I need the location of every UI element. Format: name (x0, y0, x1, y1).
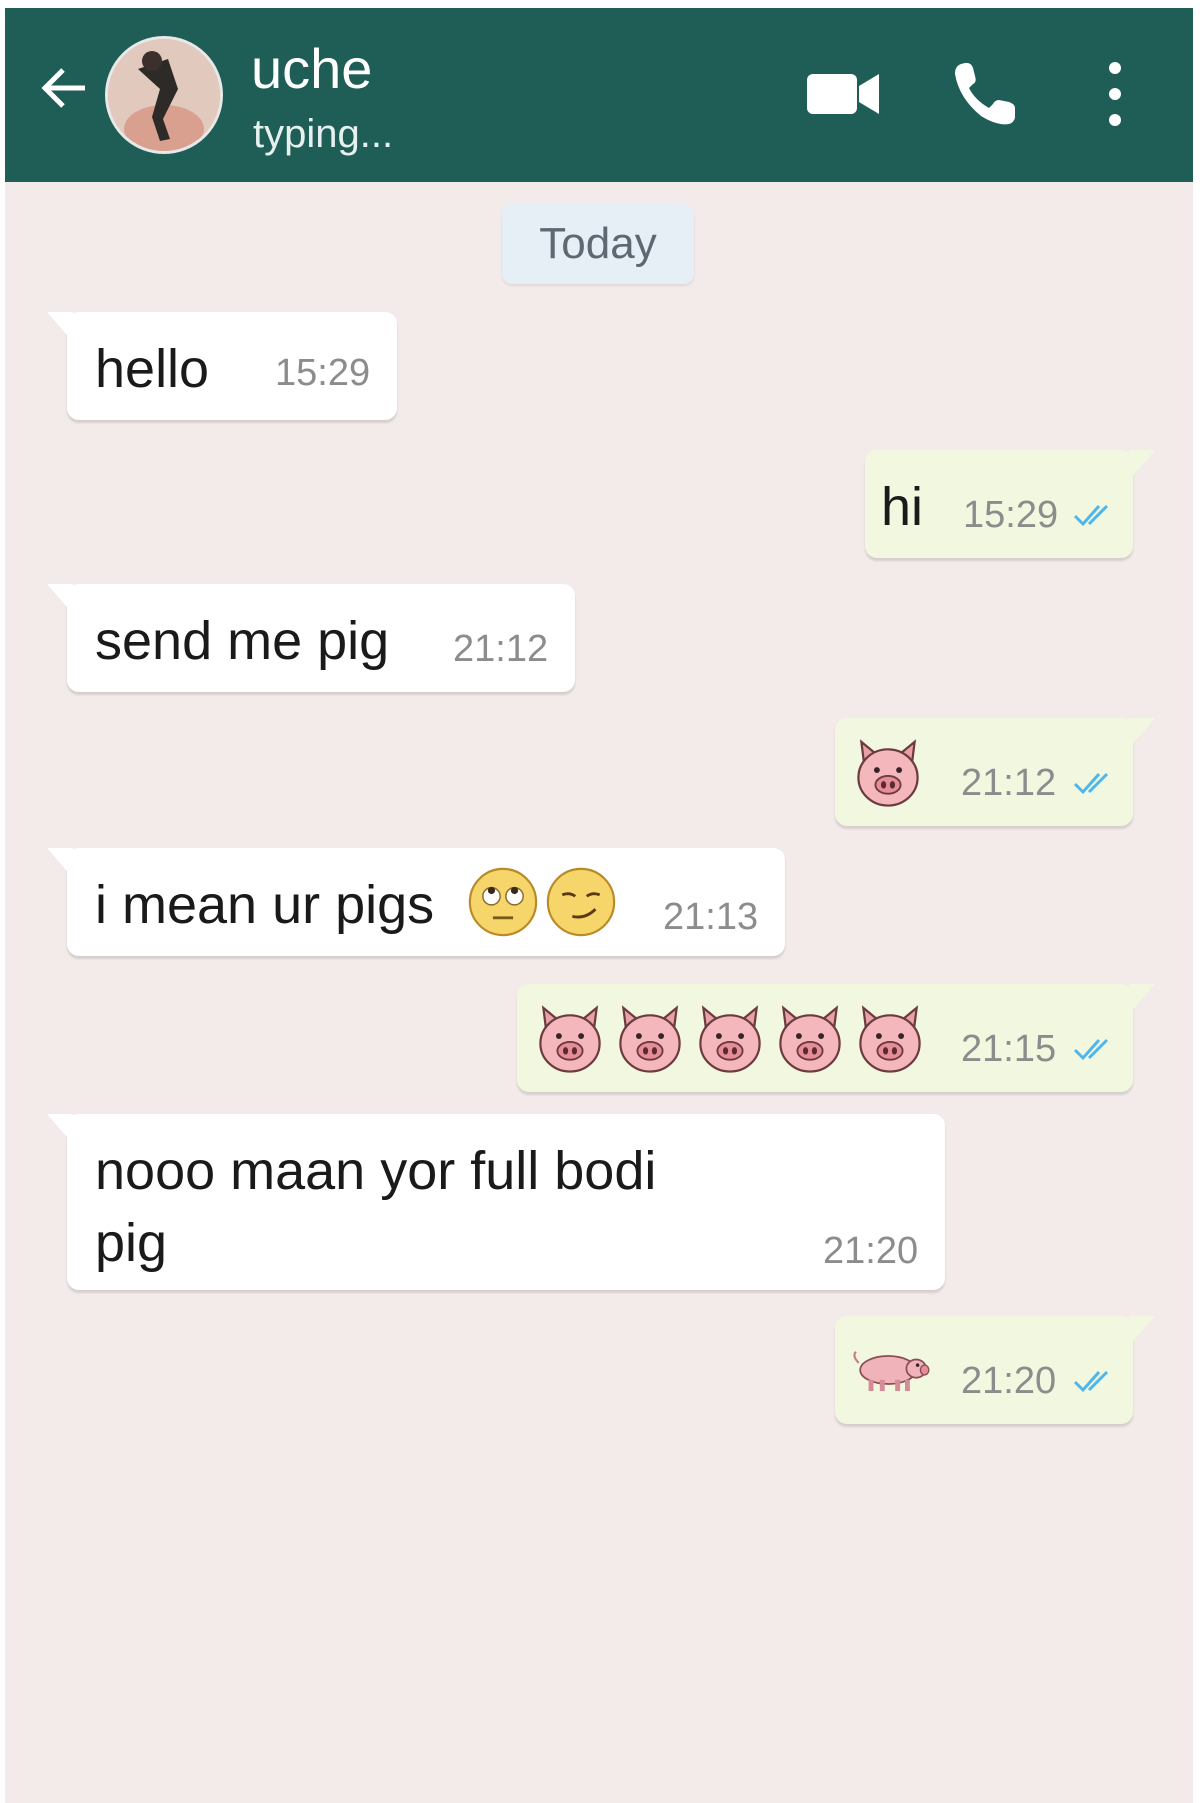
chat-screen: uche typing... Today hello 15:29 hi 15:2… (5, 8, 1193, 1803)
outgoing-message[interactable]: 21:20 (835, 1316, 1155, 1424)
pig-face-icon (693, 1002, 767, 1076)
pig-icon (849, 1342, 933, 1398)
message-time: 21:20 (961, 1360, 1057, 1402)
avatar[interactable] (105, 36, 223, 154)
back-arrow-icon[interactable] (35, 58, 95, 118)
message-time: 15:29 (275, 352, 371, 394)
message-text: hello (95, 339, 210, 399)
read-ticks-icon (1073, 1368, 1119, 1394)
pig-face-icon (533, 1002, 607, 1076)
incoming-message[interactable]: nooo maan yor full bodi pig 21:20 (47, 1114, 945, 1290)
pig-face-icon (853, 1002, 927, 1076)
outgoing-message[interactable]: 21:12 (835, 718, 1155, 826)
message-time: 21:13 (663, 896, 759, 938)
read-ticks-icon (1073, 502, 1119, 528)
message-text: i mean ur pigs (95, 875, 435, 935)
chat-header: uche typing... (5, 8, 1193, 182)
incoming-message[interactable]: i mean ur pigs 21:13 (47, 848, 785, 956)
pig-face-icon (773, 1002, 847, 1076)
face-with-rolling-eyes-icon (468, 867, 538, 937)
incoming-message[interactable]: send me pig 21:12 (47, 584, 575, 692)
message-text-line-2: pig (95, 1213, 168, 1273)
message-text: send me pig (95, 611, 390, 671)
typing-status: typing... (253, 112, 394, 156)
message-time: 21:20 (823, 1230, 919, 1272)
smirking-face-icon (546, 867, 616, 937)
message-time: 21:12 (961, 762, 1057, 804)
pig-face-icon (613, 1002, 687, 1076)
pig-face-icon (851, 736, 925, 810)
phone-icon[interactable] (945, 54, 1025, 134)
video-call-icon[interactable] (803, 54, 883, 134)
outgoing-message[interactable]: 21:15 (517, 984, 1155, 1092)
read-ticks-icon (1073, 770, 1119, 796)
incoming-message[interactable]: hello 15:29 (47, 312, 397, 420)
more-options-icon[interactable] (1085, 54, 1145, 134)
message-text: hi (881, 477, 924, 537)
outgoing-message[interactable]: hi 15:29 (865, 450, 1155, 558)
date-divider: Today (502, 204, 694, 284)
message-time: 21:15 (961, 1028, 1057, 1070)
contact-name[interactable]: uche (251, 36, 372, 101)
read-ticks-icon (1073, 1036, 1119, 1062)
message-text-line-1: nooo maan yor full bodi (95, 1141, 657, 1201)
message-time: 21:12 (453, 628, 549, 670)
message-time: 15:29 (963, 494, 1059, 536)
